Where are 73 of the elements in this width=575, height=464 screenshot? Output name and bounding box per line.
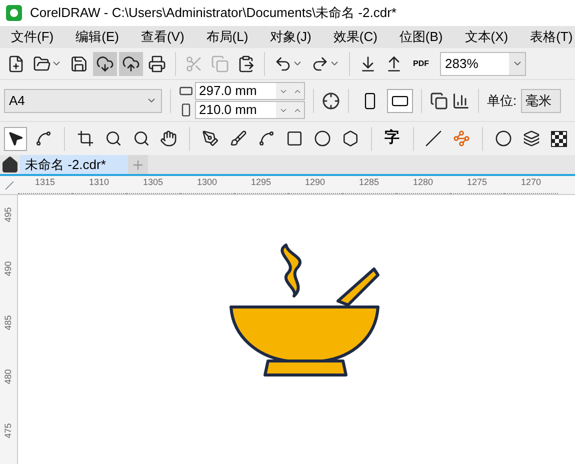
- menu-item[interactable]: 布局(L): [195, 27, 260, 47]
- menu-item[interactable]: 对象(J): [259, 27, 322, 47]
- copy-icon: [211, 54, 229, 72]
- pen-icon: [202, 130, 220, 147]
- export-icon: [385, 54, 403, 72]
- redo-icon: [311, 54, 329, 72]
- ruler-label: 1290: [288, 176, 342, 194]
- zoom-icon: [132, 130, 150, 147]
- pointer-tool[interactable]: [4, 126, 27, 150]
- checkerboard-icon: [551, 130, 568, 146]
- import-icon: [359, 54, 377, 72]
- ruler-label: 485: [2, 315, 14, 330]
- crop-icon: [76, 130, 94, 147]
- cloud-download-icon: [96, 54, 114, 72]
- width-field[interactable]: 297.0 mm: [195, 82, 305, 100]
- brush-icon: [230, 130, 248, 147]
- menu-item[interactable]: 效果(C): [322, 27, 388, 47]
- dimension-line-icon: [425, 130, 442, 147]
- print-icon: [148, 54, 166, 72]
- ruler-label: 1275: [450, 176, 504, 194]
- menu-item[interactable]: 位图(B): [388, 27, 454, 47]
- height-icon: [179, 103, 193, 117]
- units-label: 单位:: [487, 92, 517, 110]
- ruler-label: 1280: [396, 176, 450, 194]
- ruler-label: 1270: [504, 176, 558, 194]
- document-tab[interactable]: 未命名 -2.cdr*: [20, 155, 128, 174]
- app-logo-icon: [6, 5, 22, 21]
- ruler-label: 480: [2, 369, 14, 384]
- connector-icon: [453, 130, 470, 147]
- undo-icon: [274, 54, 292, 72]
- menu-item[interactable]: 查看(V): [130, 27, 196, 47]
- units-dropdown[interactable]: 毫米: [520, 88, 561, 112]
- zoom-combo[interactable]: 283%: [440, 52, 526, 76]
- ruler-label: 1310: [72, 176, 126, 194]
- ruler-label: 1285: [342, 176, 396, 194]
- zoom-icon: [104, 130, 122, 147]
- zoom-value: 283%: [444, 54, 480, 73]
- crosshair-icon[interactable]: [322, 92, 340, 110]
- cloud-upload-button[interactable]: [119, 52, 143, 76]
- publish-pdf-button[interactable]: PDF: [408, 52, 434, 76]
- paste-icon: [237, 54, 255, 72]
- polygon-icon: [342, 130, 359, 147]
- menu-item[interactable]: 表格(T): [519, 27, 575, 47]
- shape-tool-icon: [34, 130, 52, 147]
- home-icon[interactable]: [1, 156, 19, 174]
- text-tool-button[interactable]: 字: [380, 126, 404, 150]
- ruler-label: 475: [2, 423, 14, 438]
- new-document-icon: [7, 54, 25, 72]
- window-title: CorelDRAW - C:\Users\Administrator\Documents\未命名 -2.cdr*: [30, 4, 396, 22]
- save-icon: [70, 54, 88, 72]
- pointer-icon: [6, 130, 24, 147]
- ruler-label: 490: [2, 261, 14, 276]
- menu-item[interactable]: 编辑(E): [64, 27, 130, 47]
- hand-icon: [160, 130, 178, 147]
- width-icon: [179, 84, 193, 98]
- cloud-download-button[interactable]: [93, 52, 117, 76]
- ruler-label: 1300: [180, 176, 234, 194]
- landscape-button[interactable]: [387, 88, 413, 112]
- menu-item[interactable]: 文本(X): [454, 27, 520, 47]
- ruler-label: 1295: [234, 176, 288, 194]
- ruler-label: 495: [2, 207, 14, 222]
- ellipse-icon: [314, 130, 331, 147]
- paper-size-dropdown[interactable]: A4: [4, 88, 162, 112]
- ruler-label: 1305: [126, 176, 180, 194]
- bars-icon[interactable]: [452, 92, 470, 110]
- ruler-origin-icon[interactable]: [4, 180, 14, 190]
- scissors-icon: [185, 54, 203, 72]
- rectangle-icon: [286, 130, 303, 147]
- menu-item[interactable]: 文件(F): [0, 27, 65, 47]
- cloud-upload-icon: [122, 54, 140, 72]
- ruler-label: 1315: [18, 176, 72, 194]
- height-field[interactable]: 210.0 mm: [195, 101, 305, 119]
- folder-icon: [33, 54, 51, 72]
